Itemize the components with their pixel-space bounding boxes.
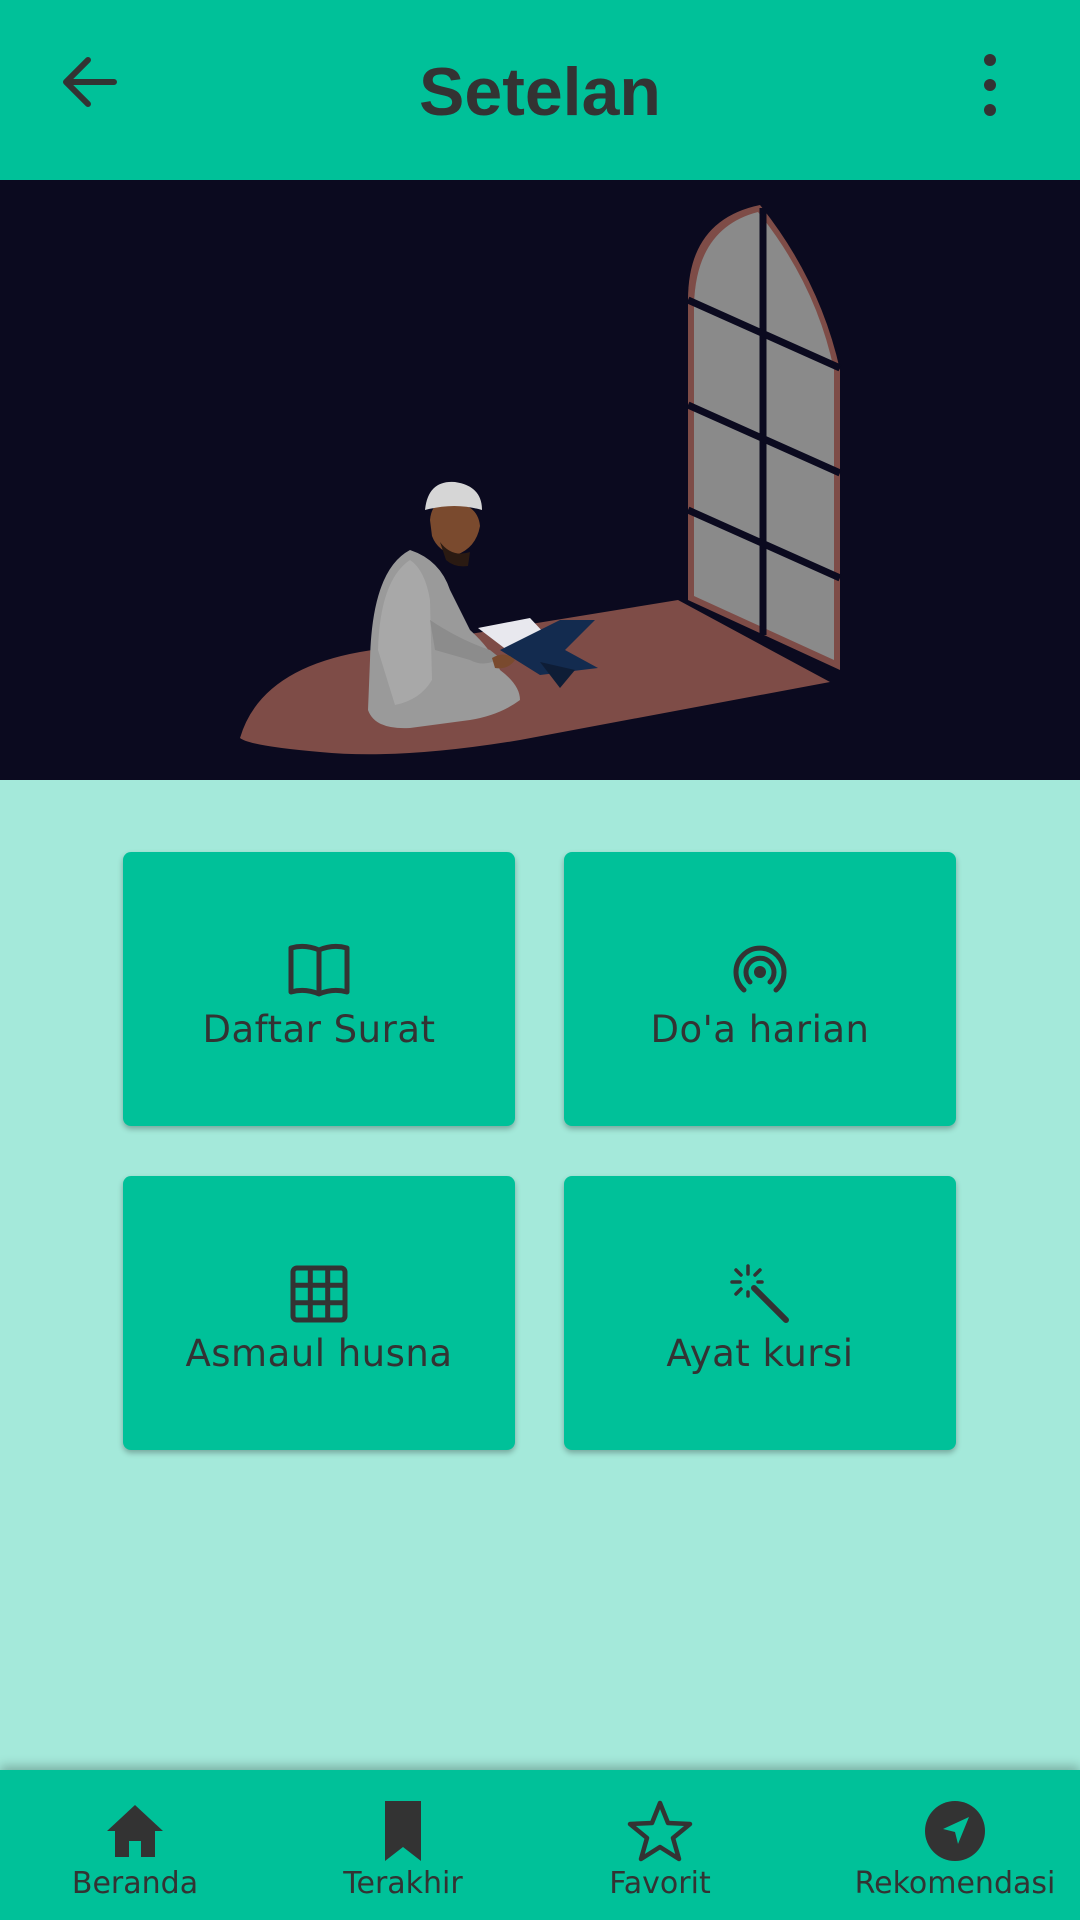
more-vert-icon: [984, 54, 996, 116]
home-icon: [107, 1805, 163, 1857]
doa-harian-card[interactable]: Do'a harian: [564, 852, 956, 1126]
card-label: Ayat kursi: [666, 1331, 854, 1375]
daftar-surat-card[interactable]: Daftar Surat: [123, 852, 515, 1126]
navigation-icon: [925, 1801, 985, 1861]
nav-item-favorit[interactable]: Favorit: [525, 1770, 795, 1920]
book-open-icon: [288, 943, 350, 996]
bookmark-icon: [385, 1801, 421, 1861]
app-bar: Setelan: [0, 0, 1080, 180]
nav-item-rekomendasi[interactable]: Rekomendasi: [820, 1770, 1080, 1920]
hero-illustration: [0, 180, 1080, 780]
magic-wand-icon: [730, 1263, 789, 1323]
card-label: Asmaul husna: [185, 1331, 453, 1375]
nav-label: Beranda: [71, 1866, 199, 1901]
broadcast-icon: [733, 945, 787, 992]
man-reading-quran-illustration: [240, 205, 842, 755]
page-title: Setelan: [419, 54, 661, 130]
nav-item-beranda[interactable]: Beranda: [0, 1770, 270, 1920]
nav-label: Terakhir: [343, 1866, 463, 1901]
grid-icon: [290, 1265, 348, 1322]
asmaul-husna-card[interactable]: Asmaul husna: [123, 1176, 515, 1450]
nav-label: Rekomendasi: [854, 1866, 1056, 1901]
more-options-button[interactable]: [965, 50, 1015, 120]
card-label: Daftar Surat: [202, 1007, 436, 1051]
nav-item-terakhir[interactable]: Terakhir: [268, 1770, 538, 1920]
star-icon: [627, 1800, 693, 1862]
bottom-navigation: Beranda Terakhir Favorit Rekomendasi: [0, 1770, 1080, 1920]
ayat-kursi-card[interactable]: Ayat kursi: [564, 1176, 956, 1450]
nav-label: Favorit: [609, 1866, 711, 1901]
card-label: Do'a harian: [650, 1007, 870, 1051]
